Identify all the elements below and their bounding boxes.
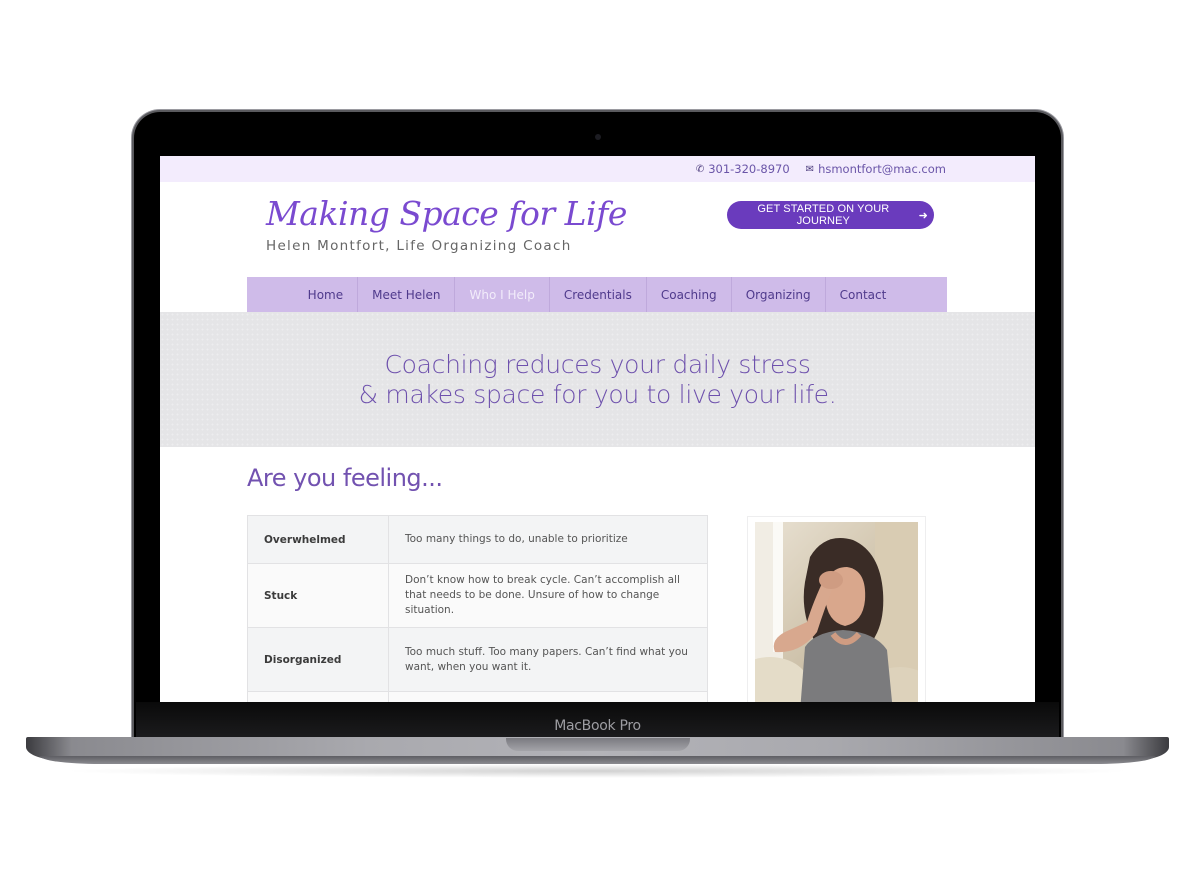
- nav-item-credentials[interactable]: Credentials: [548, 277, 646, 312]
- laptop-base-edge: [40, 756, 1155, 764]
- feeling-description: [388, 691, 708, 702]
- site-logo-title[interactable]: Making Space for Life: [266, 194, 627, 233]
- table-row: Stuck Don’t know how to break cycle. Can…: [247, 563, 708, 628]
- browser-screen: ✆ 301-320-8970 ✉ hsmontfort@mac.com Maki…: [160, 156, 1035, 702]
- phone-icon: ✆: [695, 163, 705, 175]
- hero-banner: Coaching reduces your daily stress & mak…: [160, 312, 1035, 447]
- feeling-term: Disorganized: [247, 627, 389, 692]
- laptop-notch: [506, 738, 690, 751]
- nav-item-organizing[interactable]: Organizing: [730, 277, 825, 312]
- feeling-term: Overwhelmed: [247, 515, 389, 564]
- site-logo-subtitle: Helen Montfort, Life Organizing Coach: [266, 238, 572, 254]
- device-label: MacBook Pro: [554, 718, 641, 734]
- nav-item-coaching[interactable]: Coaching: [645, 277, 731, 312]
- table-row: Disorganized Too much stuff. Too many pa…: [247, 627, 708, 692]
- envelope-icon: ✉: [805, 163, 815, 175]
- table-row: [247, 691, 708, 702]
- feeling-description: Don’t know how to break cycle. Can’t acc…: [388, 563, 708, 628]
- feeling-term: Stuck: [247, 563, 389, 628]
- arrow-right-icon: ➜: [918, 209, 928, 222]
- feeling-description: Too much stuff. Too many papers. Can’t f…: [388, 627, 708, 692]
- nav-item-contact[interactable]: Contact: [824, 277, 901, 312]
- feeling-description: Too many things to do, unable to priorit…: [388, 515, 708, 564]
- get-started-button[interactable]: GET STARTED ON YOUR JOURNEY ➜: [727, 201, 934, 229]
- contact-info: ✆ 301-320-8970 ✉ hsmontfort@mac.com: [696, 162, 946, 176]
- email-link[interactable]: hsmontfort@mac.com: [818, 162, 946, 176]
- nav-item-meet-helen[interactable]: Meet Helen: [357, 277, 454, 312]
- hero-line-2: & makes space for you to live your life.: [358, 380, 837, 409]
- laptop-shadow: [60, 764, 1135, 778]
- stressed-woman-photo: [755, 522, 918, 702]
- phone-link[interactable]: 301-320-8970: [708, 162, 789, 176]
- nav-item-home[interactable]: Home: [294, 277, 357, 312]
- photo-illustration: [755, 522, 918, 702]
- get-started-label: GET STARTED ON YOUR JOURNEY: [757, 203, 890, 227]
- section-heading: Are you feeling...: [247, 464, 443, 492]
- top-contact-bar: ✆ 301-320-8970 ✉ hsmontfort@mac.com: [160, 156, 1035, 182]
- camera-icon: [595, 134, 601, 140]
- hero-line-1: Coaching reduces your daily stress: [384, 350, 811, 379]
- nav-item-who-i-help[interactable]: Who I Help: [454, 277, 548, 312]
- main-nav: Home Meet Helen Who I Help Credentials C…: [247, 277, 947, 312]
- photo-frame: [747, 516, 926, 702]
- table-row: Overwhelmed Too many things to do, unabl…: [247, 515, 708, 564]
- feelings-table: Overwhelmed Too many things to do, unabl…: [247, 515, 708, 702]
- feeling-term: [247, 691, 389, 702]
